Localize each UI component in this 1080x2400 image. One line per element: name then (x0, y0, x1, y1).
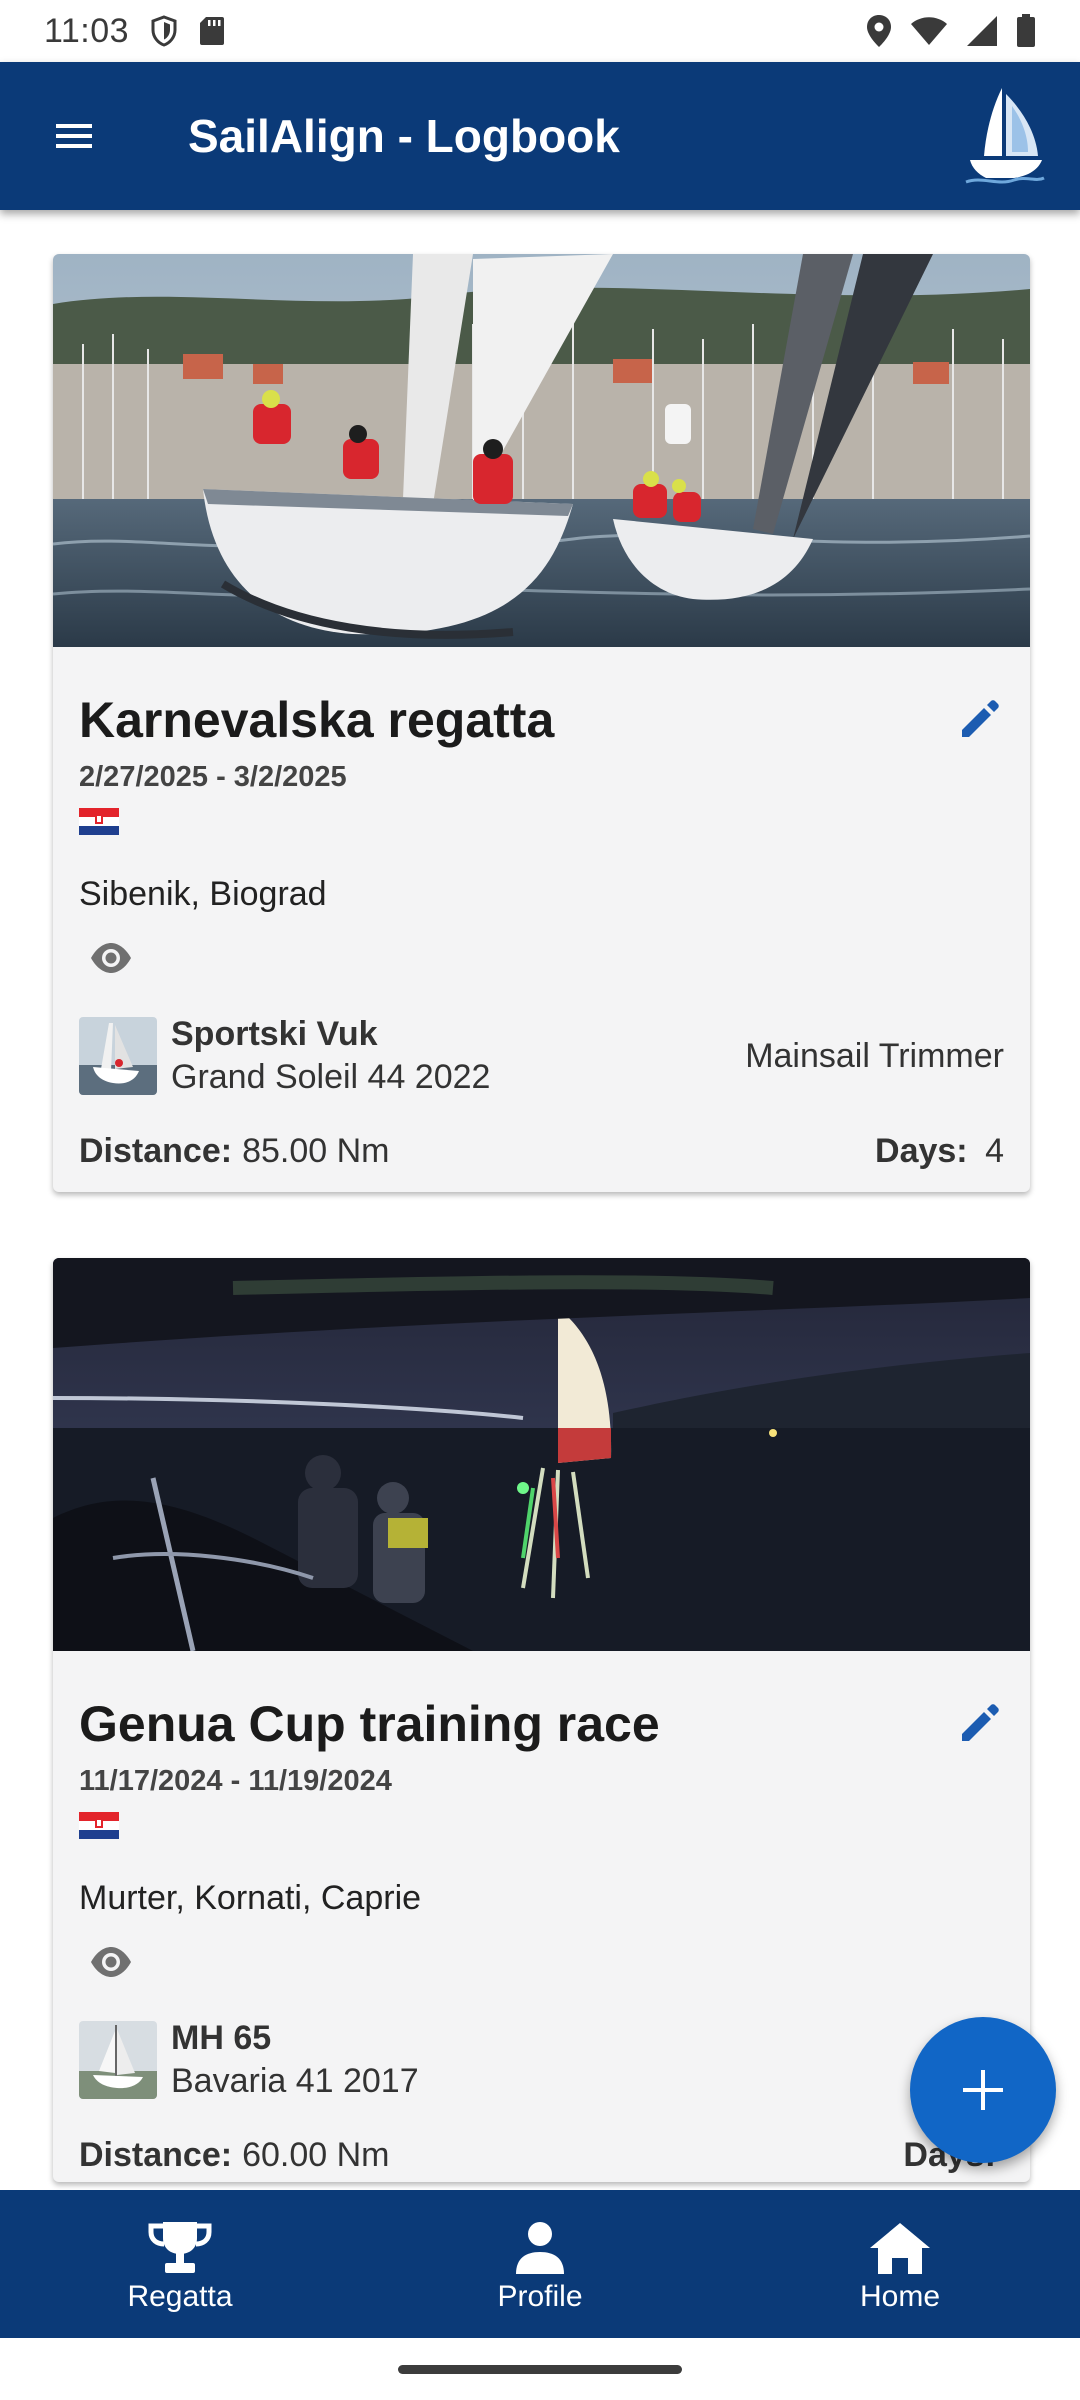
boat-row: MH 65 Bavaria 41 2017 (79, 2019, 1004, 2100)
days-label: Days: (875, 1131, 968, 1170)
shield-icon (151, 15, 177, 47)
nav-label: Profile (497, 2280, 583, 2313)
regatta-location: Sibenik, Biograd (79, 875, 327, 913)
edit-button[interactable] (952, 691, 1008, 747)
crew-role: Mainsail Trimmer (745, 1036, 1004, 1075)
edit-button[interactable] (952, 1695, 1008, 1751)
home-gesture-handle[interactable] (398, 2365, 682, 2374)
boat-model: Bavaria 41 2017 (171, 2062, 419, 2100)
nav-regatta[interactable]: Regatta (0, 2190, 360, 2338)
regatta-title: Genua Cup training race (79, 1696, 660, 1752)
regatta-photo (53, 254, 1030, 647)
sd-card-icon (200, 17, 225, 45)
boat-name: MH 65 (171, 2019, 272, 2057)
regatta-card[interactable]: Karnevalska regatta 2/27/2025 - 3/2/2025… (53, 254, 1030, 1192)
nav-label: Regatta (127, 2280, 233, 2313)
nav-home[interactable]: Home (720, 2190, 1080, 2338)
home-icon (870, 2223, 930, 2274)
app-bar: SailAlign - Logbook (0, 62, 1080, 210)
person-icon (516, 2222, 564, 2274)
regatta-photo (53, 1258, 1030, 1651)
distance-value: 60.00 Nm (242, 2135, 390, 2174)
regatta-card[interactable]: Genua Cup training race 11/17/2024 - 11/… (53, 1258, 1030, 2182)
nav-profile[interactable]: Profile (360, 2190, 720, 2338)
nav-label: Home (859, 2280, 941, 2313)
menu-button[interactable] (34, 96, 114, 176)
location-icon (867, 15, 891, 47)
boat-row: Sportski Vuk Grand Soleil 44 2022 Mainsa… (79, 1015, 1004, 1096)
boat-model: Grand Soleil 44 2022 (171, 1058, 491, 1096)
gesture-area (0, 2338, 1080, 2400)
croatia-flag (79, 1812, 119, 1839)
regatta-title: Karnevalska regatta (79, 692, 555, 748)
pencil-icon (962, 700, 999, 737)
signal-icon (967, 16, 997, 46)
page-title: SailAlign - Logbook (188, 110, 620, 162)
boat-thumbnail (79, 2021, 157, 2099)
stats-row: Distance: 85.00 Nm Days: 4 (79, 1126, 1004, 1176)
distance-label: Distance: (79, 1131, 233, 1170)
boat-thumbnail (79, 1017, 157, 1095)
battery-icon (1017, 14, 1035, 47)
distance-value: 85.00 Nm (242, 1131, 390, 1170)
menu-icon (56, 124, 92, 148)
regatta-list[interactable]: Karnevalska regatta 2/27/2025 - 3/2/2025… (0, 210, 1080, 2190)
regatta-dates: 2/27/2025 - 3/2/2025 (79, 761, 347, 793)
distance-label: Distance: (79, 2135, 233, 2174)
sailboat-logo (965, 88, 1045, 184)
regatta-dates: 11/17/2024 - 11/19/2024 (79, 1765, 392, 1797)
boat-name: Sportski Vuk (171, 1015, 378, 1053)
eye-icon[interactable] (89, 1940, 133, 1984)
plus-icon (963, 2070, 1003, 2110)
croatia-flag (79, 808, 119, 835)
eye-icon[interactable] (89, 936, 133, 980)
days-value: 4 (985, 1131, 1004, 1170)
regatta-location: Murter, Kornati, Caprie (79, 1879, 422, 1917)
stats-row: Distance: 60.00 Nm Days: (79, 2130, 1004, 2180)
bottom-nav: Regatta Profile Home (0, 2190, 1080, 2338)
status-time: 11:03 (44, 11, 130, 50)
wifi-icon (911, 17, 947, 45)
trophy-icon (148, 2222, 212, 2273)
pencil-icon (962, 1704, 999, 1741)
status-bar: 11:03 (0, 0, 1080, 62)
add-regatta-button[interactable] (910, 2017, 1056, 2163)
